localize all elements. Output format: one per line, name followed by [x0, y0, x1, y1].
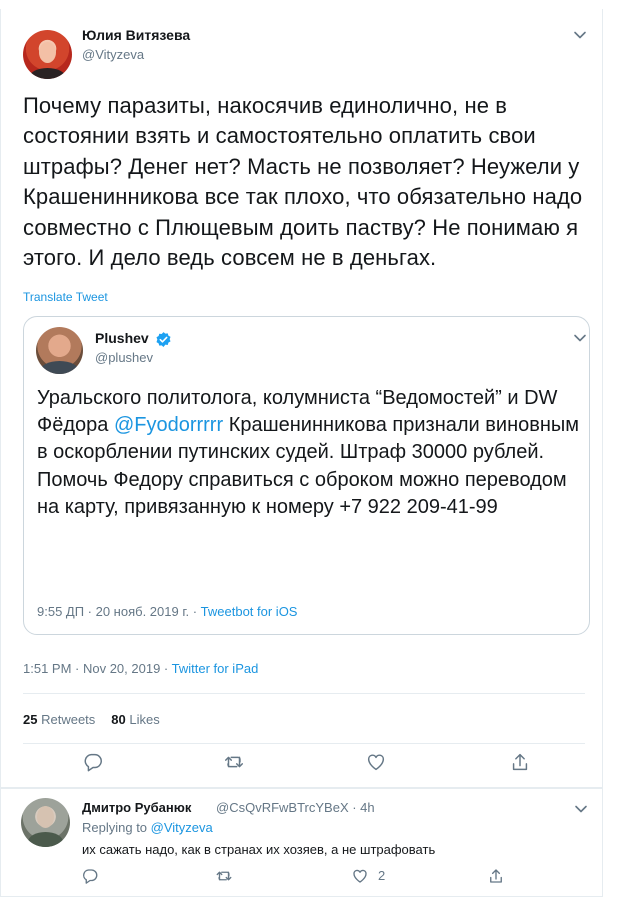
- quoted-tweet-time[interactable]: 9:55 ДП · 20 нояб. 2019 г. ·: [37, 604, 201, 619]
- author-handle[interactable]: @Vityzeva: [82, 47, 144, 62]
- retweets-count: 25: [23, 712, 38, 727]
- quoted-tweet[interactable]: Plushev @plushev Уральского политолога, …: [23, 316, 590, 635]
- chevron-down-icon[interactable]: [573, 28, 587, 42]
- author-avatar[interactable]: [23, 30, 72, 79]
- replying-to: Replying to @Vityzeva: [82, 820, 213, 835]
- tweet-client[interactable]: Twitter for iPad: [172, 661, 259, 676]
- like-icon[interactable]: [365, 751, 387, 773]
- top-edge: [0, 0, 621, 9]
- reply-author-name[interactable]: Дмитро Рубанюк: [82, 800, 191, 815]
- avatar-shirt: [40, 361, 79, 374]
- reply-icon[interactable]: [82, 751, 104, 773]
- author-name[interactable]: Юлия Витязева: [82, 27, 190, 43]
- quoted-author-avatar[interactable]: [36, 327, 83, 374]
- quoted-tweet-meta: 9:55 ДП · 20 нояб. 2019 г. · Tweetbot fo…: [37, 604, 297, 619]
- likes-count: 80: [111, 712, 126, 727]
- reply-like-count: 2: [378, 868, 386, 883]
- likes-label: Likes: [129, 712, 160, 727]
- quoted-tweet-client[interactable]: Tweetbot for iOS: [201, 604, 298, 619]
- chevron-down-icon[interactable]: [574, 802, 588, 816]
- quoted-tweet-text: Уральского политолога, колумниста “Ведом…: [37, 385, 582, 521]
- share-icon[interactable]: [509, 751, 531, 773]
- mention-link[interactable]: @Fyodorrrrr: [114, 414, 223, 436]
- retweet-icon[interactable]: [215, 867, 233, 885]
- tweet-time[interactable]: 1:51 PM · Nov 20, 2019 ·: [23, 661, 172, 676]
- avatar-head: [37, 806, 54, 828]
- main-tweet: Юлия Витязева @Vityzeva Почему паразиты,…: [0, 9, 603, 788]
- divider: [23, 743, 585, 744]
- retweets-label: Retweets: [41, 712, 96, 727]
- share-icon[interactable]: [487, 867, 505, 885]
- quoted-text-line2: Помочь Федору справиться с оброком можно…: [37, 468, 567, 518]
- retweet-icon[interactable]: [223, 751, 245, 773]
- reply-text: их сажать надо, как в странах их хозяев,…: [82, 842, 436, 857]
- quoted-author-handle[interactable]: @plushev: [95, 350, 153, 365]
- tweet-stats: 25 Retweets 80 Likes: [23, 712, 160, 727]
- divider: [23, 693, 585, 694]
- likes-stat[interactable]: 80 Likes: [111, 712, 159, 727]
- verified-icon: [155, 331, 172, 348]
- tweet-meta: 1:51 PM · Nov 20, 2019 · Twitter for iPa…: [23, 661, 258, 676]
- avatar-face: [39, 42, 56, 63]
- reply-author-handle[interactable]: @CsQvRFwBTrcYBeX · 4h: [216, 800, 375, 815]
- replying-to-link[interactable]: @Vityzeva: [151, 820, 213, 835]
- reply-tweet[interactable]: Дмитро Рубанюк @CsQvRFwBTrcYBeX · 4h Rep…: [0, 788, 603, 897]
- translate-tweet-link[interactable]: Translate Tweet: [23, 290, 108, 304]
- replying-prefix: Replying to: [82, 820, 151, 835]
- chevron-down-icon[interactable]: [573, 331, 587, 345]
- quoted-author-name[interactable]: Plushev: [95, 330, 149, 346]
- reply-icon[interactable]: [81, 867, 99, 885]
- reply-author-avatar[interactable]: [21, 798, 70, 847]
- avatar-body: [28, 832, 63, 847]
- like-icon[interactable]: [351, 867, 369, 885]
- tweet-text: Почему паразиты, накосячив единолично, н…: [23, 93, 583, 271]
- retweets-stat[interactable]: 25 Retweets: [23, 712, 95, 727]
- avatar-shoulder: [29, 68, 66, 79]
